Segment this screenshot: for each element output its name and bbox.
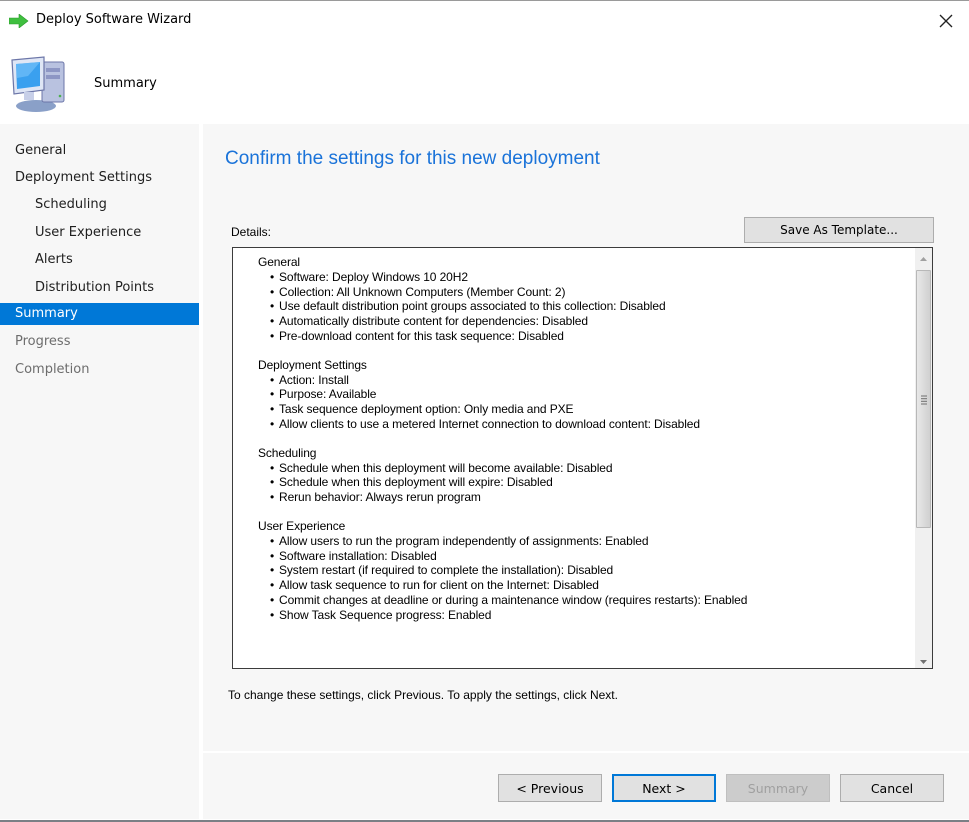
- nav-item-deployment-settings[interactable]: Deployment Settings: [0, 167, 199, 189]
- detail-item: • Purpose: Available: [270, 387, 377, 402]
- nav-item-scheduling[interactable]: Scheduling: [0, 194, 199, 216]
- close-button[interactable]: [930, 9, 962, 35]
- details-content: General • Software: Deploy Windows 10 20H…: [233, 255, 913, 623]
- wizard-footer: < Previous Next > Summary Cancel: [203, 753, 969, 819]
- detail-item: • Action: Install: [270, 372, 349, 387]
- detail-item: • Collection: All Unknown Computers (Memb…: [270, 284, 566, 299]
- details-section-user-experience: User Experience • Allow users to run the …: [233, 519, 913, 623]
- section-title: General: [258, 255, 300, 269]
- detail-item: • Software: Deploy Windows 10 20H2: [270, 269, 468, 284]
- wizard-header: Summary: [0, 41, 969, 124]
- previous-button[interactable]: < Previous: [498, 774, 602, 802]
- detail-item: • Use default distribution point groups a…: [270, 299, 666, 314]
- details-scrollbar[interactable]: [915, 248, 932, 668]
- instruction-text: To change these settings, click Previous…: [228, 688, 618, 702]
- green-arrow-icon: [8, 13, 29, 29]
- cancel-button[interactable]: Cancel: [840, 774, 944, 802]
- detail-item: • Allow task sequence to run for client o…: [270, 578, 599, 593]
- grip-icon: [921, 394, 927, 405]
- detail-item: • Schedule when this deployment will expi…: [270, 475, 553, 490]
- details-section-scheduling: Scheduling • Schedule when this deploymen…: [233, 446, 913, 505]
- nav-item-general[interactable]: General: [0, 140, 199, 162]
- nav-item-alerts[interactable]: Alerts: [0, 249, 199, 271]
- details-section-deployment-settings: Deployment Settings • Action: Install • Pu…: [233, 358, 913, 432]
- detail-item: • Software installation: Disabled: [270, 548, 437, 563]
- title-bar: Deploy Software Wizard: [0, 1, 969, 41]
- detail-item: • Automatically distribute content for de…: [270, 314, 588, 329]
- detail-item: • Show Task Sequence progress: Enabled: [270, 607, 492, 622]
- nav-item-user-experience[interactable]: User Experience: [0, 222, 199, 244]
- details-section-general: General • Software: Deploy Windows 10 20H…: [233, 255, 913, 344]
- wizard-window: Deploy Software Wizard Summary General D…: [0, 0, 969, 822]
- section-title: Deployment Settings: [258, 357, 367, 372]
- details-textbox[interactable]: General • Software: Deploy Windows 10 20H…: [232, 247, 933, 669]
- detail-item: • Pre-download content for this task sequ…: [270, 328, 564, 343]
- close-icon: [939, 14, 953, 31]
- section-title: Scheduling: [258, 445, 317, 460]
- detail-item: • Task sequence deployment option: Only m…: [270, 402, 574, 417]
- computer-icon: [8, 54, 70, 114]
- wizard-nav: General Deployment Settings Scheduling U…: [0, 124, 199, 819]
- triangle-down-icon: [920, 653, 927, 667]
- detail-item: • Schedule when this deployment will beco…: [270, 460, 613, 475]
- section-title: User Experience: [258, 518, 346, 533]
- next-button[interactable]: Next >: [612, 774, 716, 802]
- triangle-up-icon: [920, 250, 927, 264]
- details-label: Details:: [231, 225, 272, 239]
- window-title: Deploy Software Wizard: [36, 12, 192, 27]
- summary-button: Summary: [726, 774, 830, 802]
- nav-item-completion: Completion: [15, 362, 90, 377]
- wizard-content: Confirm the settings for this new deploy…: [203, 124, 969, 751]
- detail-item: • System restart (if required to complete…: [270, 563, 614, 578]
- page-heading: Confirm the settings for this new deploy…: [225, 148, 600, 169]
- nav-item-summary[interactable]: Summary: [0, 303, 199, 325]
- scroll-up-button[interactable]: [915, 248, 932, 265]
- nav-item-distribution-points[interactable]: Distribution Points: [0, 277, 199, 299]
- detail-item: • Allow clients to use a metered Internet…: [270, 416, 700, 431]
- detail-item: • Rerun behavior: Always rerun program: [270, 490, 481, 505]
- detail-item: • Allow users to run the program independ…: [270, 533, 649, 548]
- nav-item-progress: Progress: [15, 334, 71, 349]
- step-title: Summary: [94, 76, 157, 91]
- detail-item: • Commit changes at deadline or during a …: [270, 592, 748, 607]
- scroll-down-button[interactable]: [915, 651, 932, 668]
- save-as-template-button[interactable]: Save As Template...: [744, 217, 934, 243]
- scroll-thumb[interactable]: [916, 270, 931, 528]
